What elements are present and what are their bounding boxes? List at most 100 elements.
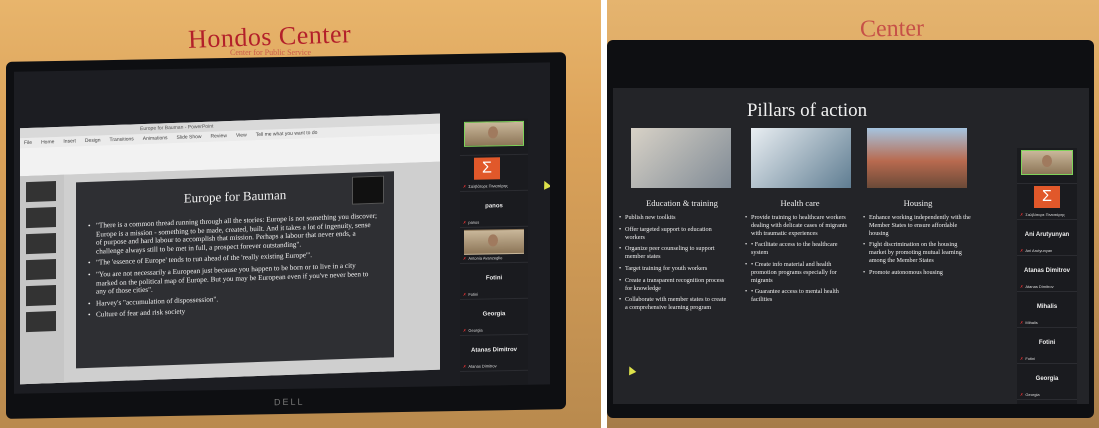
housing-list: Enhance working independently with the M…: [863, 214, 973, 281]
health-photo: [751, 128, 851, 188]
wall-sign-subtext: Center for Public Service: [230, 48, 312, 57]
list-item: Fight discrimination on the housing mark…: [863, 241, 973, 264]
participant-tag: ✗ Fotini: [463, 291, 479, 297]
slide-thumbnail[interactable]: [26, 181, 56, 203]
participant-tile[interactable]: Atanas Dimitrov ✗ Atanas Dimitrov: [460, 334, 528, 372]
list-item: Provide training to healthcare workers d…: [745, 214, 855, 237]
participant-tile[interactable]: [1017, 148, 1077, 184]
face: [1042, 155, 1052, 168]
microphone-muted-icon: ✗: [463, 255, 467, 261]
participant-name: Georgia: [482, 311, 506, 318]
participant-tag: ✗ Atanas Dimitrov: [463, 363, 497, 369]
participant-tag: ✗ Atanas Dimitrov: [1020, 284, 1054, 289]
mouse-cursor-icon: [540, 179, 550, 190]
participant-name: Fotini: [1038, 340, 1056, 346]
participant-tile[interactable]: Σ ✗ Σαλβάτορε Πινιατάρης: [460, 154, 528, 192]
slide-thumbnail[interactable]: [26, 259, 56, 281]
participant-tile[interactable]: Σ ✗ Σαλβάτορε Πινιατάρης: [1017, 184, 1077, 220]
participant-tile[interactable]: [460, 118, 528, 156]
sigma-avatar-icon: Σ: [1034, 186, 1060, 208]
housing-photo: [867, 128, 967, 188]
column-title: Education & training: [646, 198, 718, 208]
participant-video: [464, 228, 524, 255]
powerpoint-window: Europe for Bauman - PowerPoint File Home…: [20, 113, 440, 385]
tab-review[interactable]: Review: [211, 131, 227, 142]
participant-tag: ✗ Antonia Avanzeglio: [463, 255, 503, 261]
microphone-muted-icon: ✗: [1020, 392, 1024, 397]
participant-tag: ✗ Georgia: [463, 327, 483, 333]
participant-tile[interactable]: Mihalis ✗ Mihalis: [1017, 292, 1077, 328]
slide-thumbnail[interactable]: [26, 285, 56, 307]
monitor-brand: DELL: [274, 396, 305, 408]
list-item: Target training for youth workers: [619, 265, 729, 273]
participant-name: Ani Arutyunyan: [1024, 232, 1070, 238]
photo-left: Hondos Center Center for Public Service …: [0, 0, 601, 428]
participants-panel: Σ ✗ Σαλβάτορε Πινιατάρης panos ✗ panos ✗ An…: [460, 118, 528, 386]
participant-tile[interactable]: Georgia ✗ Georgia: [1017, 364, 1077, 400]
tab-insert[interactable]: Insert: [63, 136, 76, 146]
tab-file[interactable]: File: [24, 138, 32, 148]
slide-thumbnail[interactable]: [26, 233, 56, 255]
editor-area: Europe for Bauman "There is a common thr…: [20, 161, 440, 385]
list-item: • Create info material and health promot…: [745, 261, 855, 284]
participant-tile[interactable]: panos ✗ panos: [460, 190, 528, 228]
microphone-muted-icon: ✗: [463, 291, 467, 297]
current-slide[interactable]: Europe for Bauman "There is a common thr…: [76, 171, 394, 369]
microphone-muted-icon: ✗: [463, 327, 467, 333]
tab-view[interactable]: View: [236, 130, 247, 140]
list-item: • Guarantee access to mental health faci…: [745, 288, 855, 304]
microphone-muted-icon: ✗: [1020, 248, 1024, 253]
list-item: Create a transparent recognition process…: [619, 277, 729, 293]
monitor: Europe for Bauman - PowerPoint File Home…: [6, 52, 566, 419]
participant-video: [464, 120, 524, 147]
monitor-screen: Pillars of action Education & training H…: [613, 88, 1089, 404]
participant-tile[interactable]: ✗ Antonia Avanzeglio: [460, 226, 528, 264]
tab-design[interactable]: Design: [85, 135, 101, 146]
participant-tile[interactable]: Georgia ✗ Georgia: [460, 298, 528, 336]
participants-panel: Σ ✗ Σαλβάτορε Πινιατάρης Ani Arutyunyan ✗…: [1017, 148, 1077, 404]
participant-tag: ✗ Σαλβάτορε Πινιατάρης: [1020, 212, 1065, 217]
participant-name: Atanas Dimitrov: [1023, 268, 1070, 274]
current-slide: Pillars of action Education & training H…: [617, 98, 997, 398]
list-item: Publish new toolkits: [619, 214, 729, 222]
tell-me-search[interactable]: Tell me what you want to do: [256, 128, 318, 140]
participant-tile[interactable]: Fotini ✗ Fotini: [460, 262, 528, 300]
tab-animations[interactable]: Animations: [143, 133, 168, 144]
slide-title: Europe for Bauman: [183, 187, 287, 206]
microphone-muted-icon: ✗: [1020, 284, 1024, 289]
list-item: Enhance working independently with the M…: [863, 214, 973, 237]
participant-tag: ✗ Ani Arutyunyan: [1020, 248, 1053, 253]
participant-tag: ✗ Σαλβάτορε Πινιατάρης: [463, 183, 508, 189]
slide-thumbnail[interactable]: [26, 207, 56, 229]
column-title: Health care: [780, 198, 820, 208]
list-item: • Facilitate access to the healthcare sy…: [745, 241, 855, 257]
monitor-screen: Europe for Bauman - PowerPoint File Home…: [14, 62, 550, 394]
list-item: Collaborate with member states to create…: [619, 296, 729, 312]
tab-home[interactable]: Home: [41, 137, 54, 147]
slide-thumbnail[interactable]: [26, 311, 56, 333]
face: [488, 234, 499, 247]
participant-tile[interactable]: Fotini ✗ Fotini: [1017, 328, 1077, 364]
microphone-muted-icon: ✗: [463, 219, 467, 225]
participant-tile[interactable]: Ani Arutyunyan ✗ Ani Arutyunyan: [1017, 220, 1077, 256]
list-item: Promote autonomous housing: [863, 269, 973, 277]
participant-tag: ✗ Mihalis: [1020, 320, 1038, 325]
participant-video: [1021, 150, 1073, 175]
monitor: Pillars of action Education & training H…: [607, 40, 1094, 418]
microphone-muted-icon: ✗: [1020, 356, 1024, 361]
participant-tag: ✗ Georgia: [1020, 392, 1040, 397]
microphone-muted-icon: ✗: [1020, 212, 1024, 217]
participant-tag: ✗ Fotini: [1020, 356, 1036, 361]
microphone-muted-icon: ✗: [463, 183, 467, 189]
education-photo: [631, 128, 731, 188]
participant-name: Fotini: [485, 275, 503, 282]
tab-slide-show[interactable]: Slide Show: [177, 132, 202, 143]
list-item: Organize peer counseling to support memb…: [619, 245, 729, 261]
participant-tile[interactable]: Atanas Dimitrov ✗ Atanas Dimitrov: [1017, 256, 1077, 292]
participant-name: Mihalis: [1036, 304, 1058, 310]
participant-name: Atanas Dimitrov: [470, 346, 517, 354]
tab-transitions[interactable]: Transitions: [110, 134, 134, 145]
list-item: Offer targeted support to education work…: [619, 226, 729, 242]
microphone-muted-icon: ✗: [463, 363, 467, 369]
education-list: Publish new toolkits Offer targeted supp…: [619, 214, 729, 316]
